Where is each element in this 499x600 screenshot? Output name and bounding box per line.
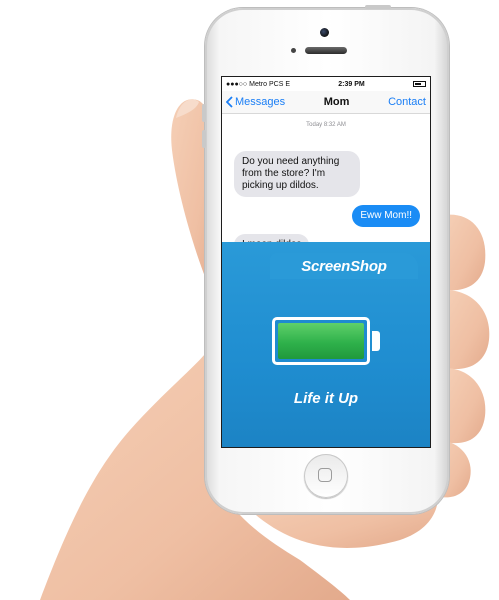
status-bar: ●●●○○ Metro PCS E 2:39 PM [222,77,430,91]
network-type: E [285,80,291,88]
battery-icon [412,81,426,87]
battery-terminal [372,331,380,351]
chevron-left-icon [226,96,233,108]
messages-navbar: Messages Mom Contact [222,91,430,114]
battery-level-fill [278,323,364,359]
message-bubble-outgoing: Eww Mom!! [352,205,420,227]
conversation-title: Mom [323,96,350,108]
power-button [365,5,391,9]
home-button-icon [318,468,332,482]
back-to-messages-button[interactable]: Messages [226,96,285,108]
contact-button[interactable]: Contact [388,96,426,108]
screenshop-logo: ScreenShop [270,253,418,279]
signal-icon: ●●●○○ [226,80,248,88]
battery-icon [272,317,370,365]
volume-down-button [202,130,206,148]
message-bubble-incoming: Do you need anything from the store? I'm… [234,151,360,197]
camera-icon [320,28,329,37]
earpiece-speaker [305,47,347,54]
back-label: Messages [235,96,286,108]
home-button[interactable] [304,454,348,498]
proximity-sensor [291,48,296,53]
message-timestamp: Today 8:32 AM [306,122,346,128]
volume-up-button [202,104,206,122]
promo-tagline: Life it Up [293,390,359,407]
phone-screen: ●●●○○ Metro PCS E 2:39 PM Messages Mom C… [221,76,431,448]
carrier-name: Metro PCS [249,80,284,88]
status-time: 2:39 PM [338,80,365,88]
iphone-device: ●●●○○ Metro PCS E 2:39 PM Messages Mom C… [202,5,449,514]
